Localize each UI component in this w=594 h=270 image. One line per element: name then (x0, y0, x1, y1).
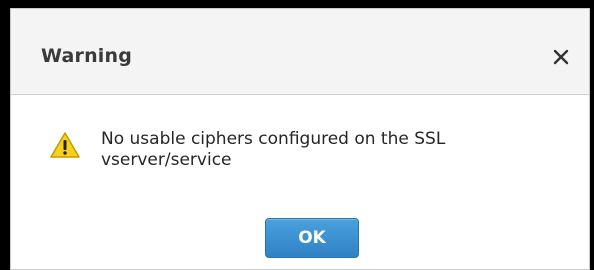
dialog-header: Warning (11, 9, 589, 95)
close-icon[interactable] (551, 47, 571, 67)
warning-icon (49, 131, 81, 159)
warning-dialog: Warning No usable ciphers configured on … (10, 8, 590, 270)
ok-button[interactable]: OK (265, 218, 359, 258)
dialog-title: Warning (41, 45, 133, 67)
warning-message: No usable ciphers configured on the SSL … (101, 129, 446, 170)
